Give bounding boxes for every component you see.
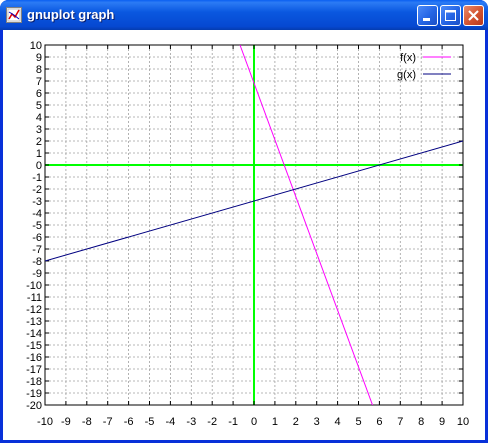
y-tick-label: -12	[26, 304, 42, 316]
y-tick-label: 8	[36, 64, 42, 76]
y-tick-label: 7	[36, 76, 42, 88]
x-tick-label: 1	[272, 416, 278, 428]
x-tick-label: 4	[335, 416, 341, 428]
x-tick-label: 6	[376, 416, 382, 428]
legend-label-g: g(x)	[397, 69, 416, 81]
y-tick-label: 0	[36, 160, 42, 172]
x-tick-label: 7	[397, 416, 403, 428]
y-tick-label: -15	[26, 340, 42, 352]
y-tick-label: -14	[26, 328, 42, 340]
y-tick-label: -13	[26, 316, 42, 328]
plot-area: -10 -9 -8 -7 -6 -5 -4 -3 -2 -1 0 1 2 3 4 5 6 7 8 9 10 10 9 8 7 6 5…	[3, 30, 485, 440]
y-tick-label: 6	[36, 88, 42, 100]
y-tick-label: 1	[36, 148, 42, 160]
close-button[interactable]	[463, 5, 484, 26]
x-tick-label: -5	[145, 416, 155, 428]
y-tick-label: -16	[26, 352, 42, 364]
y-tick-label: 2	[36, 136, 42, 148]
y-tick-label: 5	[36, 100, 42, 112]
title-bar[interactable]: gnuplot graph	[0, 0, 488, 30]
gnuplot-window: gnuplot graph -10 -9 -8 -7 -6 -5 -4 -3 -2 -1 0 1 2 3 4…	[0, 0, 488, 443]
y-tick-label: 10	[30, 40, 42, 52]
gnuplot-app-icon[interactable]	[6, 7, 22, 23]
y-tick-label: -18	[26, 376, 42, 388]
y-tick-label: -19	[26, 388, 42, 400]
x-tick-label: -7	[103, 416, 113, 428]
close-icon	[468, 10, 479, 21]
y-tick-label: -4	[32, 208, 42, 220]
x-tick-label: 5	[355, 416, 361, 428]
y-tick-label: -20	[26, 400, 42, 412]
legend-label-f: f(x)	[400, 52, 416, 64]
y-tick-label: -6	[32, 232, 42, 244]
x-tick-label: -6	[124, 416, 134, 428]
x-tick-label: -2	[207, 416, 217, 428]
maximize-button[interactable]	[440, 5, 461, 26]
x-tick-label: -1	[228, 416, 238, 428]
y-tick-label: -11	[27, 292, 42, 304]
x-tick-label: -3	[186, 416, 196, 428]
y-tick-label: -5	[32, 220, 42, 232]
x-tick-label: 10	[457, 416, 469, 428]
x-tick-label: 0	[251, 416, 257, 428]
x-tick-label: 9	[439, 416, 445, 428]
y-tick-label: -2	[32, 184, 42, 196]
window-title: gnuplot graph	[27, 7, 115, 22]
y-tick-label: -17	[26, 364, 42, 376]
y-tick-label: -7	[32, 244, 42, 256]
y-tick-label: -8	[32, 256, 42, 268]
x-tick-label: 2	[293, 416, 299, 428]
gnuplot-chart: -10 -9 -8 -7 -6 -5 -4 -3 -2 -1 0 1 2 3 4 5 6 7 8 9 101098765…	[26, 40, 469, 428]
minimize-button[interactable]	[417, 5, 438, 26]
y-tick-label: 4	[36, 112, 42, 124]
y-tick-label: -1	[32, 172, 42, 184]
y-tick-label: -3	[32, 196, 42, 208]
x-tick-label: -4	[166, 416, 176, 428]
x-tick-label: 3	[314, 416, 320, 428]
maximize-icon	[445, 10, 456, 21]
y-tick-label: 3	[36, 124, 42, 136]
y-tick-label: -10	[26, 280, 42, 292]
x-tick-label: -8	[82, 416, 92, 428]
x-tick-label: 8	[418, 416, 424, 428]
y-tick-label: -9	[32, 268, 42, 280]
minimize-icon	[423, 18, 430, 21]
y-tick-label: 9	[36, 52, 42, 64]
x-tick-label: -10	[37, 416, 53, 428]
x-tick-label: -9	[61, 416, 71, 428]
